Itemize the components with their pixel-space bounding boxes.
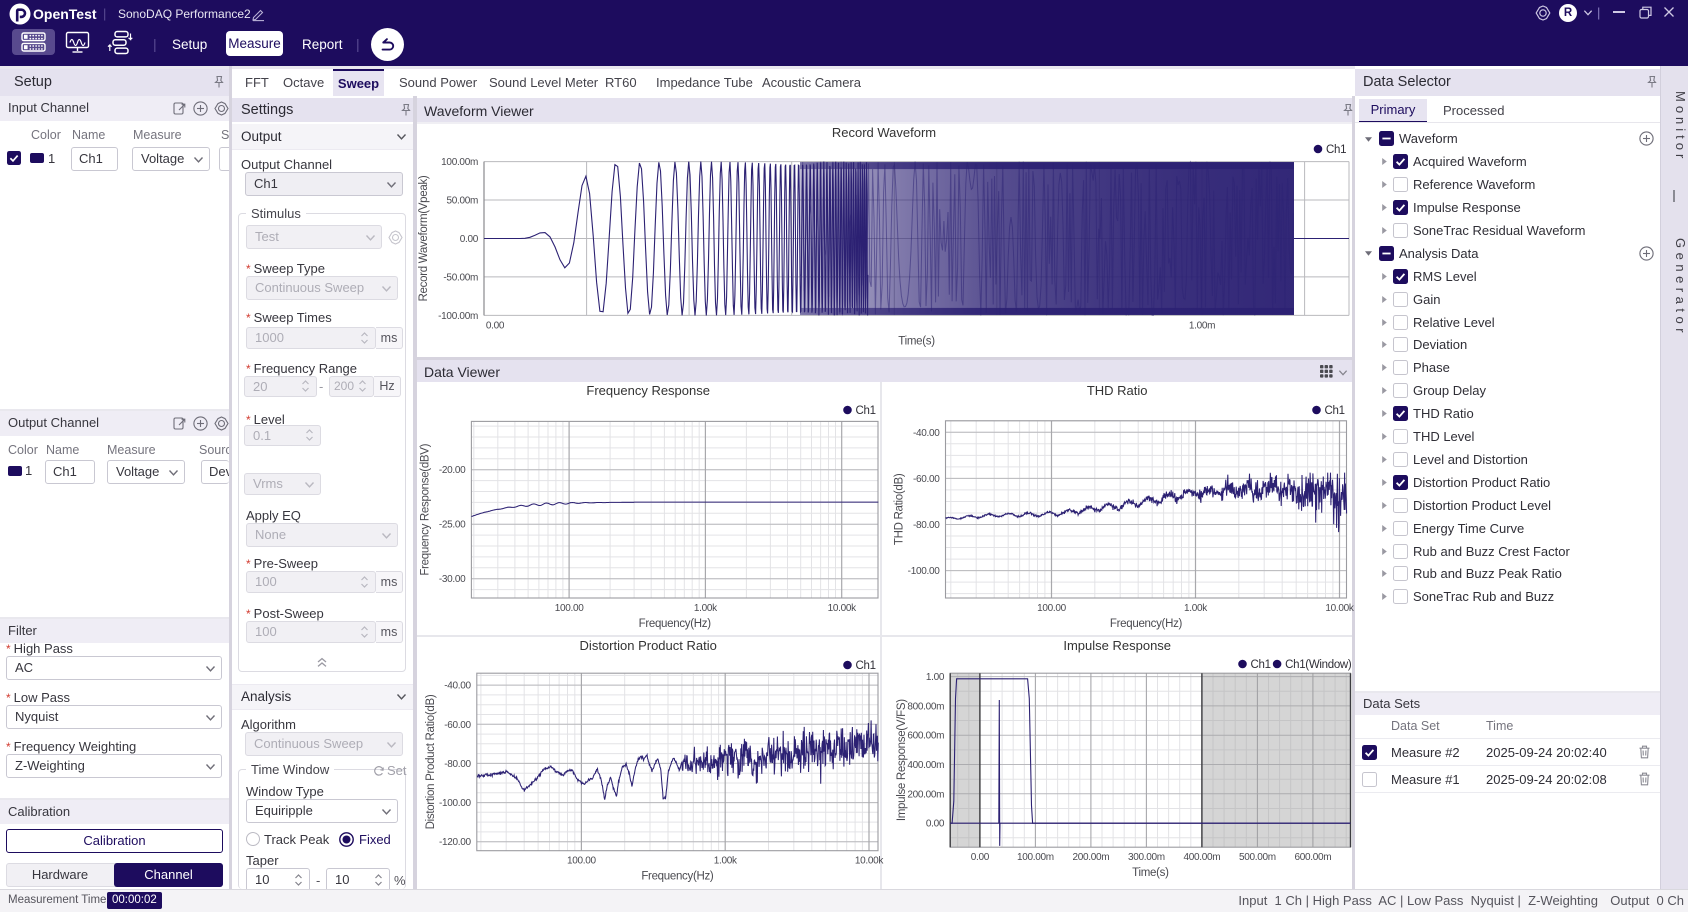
svg-text:-40.00: -40.00 xyxy=(444,680,471,691)
svg-text:100.00m: 100.00m xyxy=(441,157,478,168)
svg-text:500.00m: 500.00m xyxy=(1238,852,1275,863)
svg-text:Record Waveform(Vpeak): Record Waveform(Vpeak) xyxy=(418,175,430,301)
svg-text:Frequency Response: Frequency Response xyxy=(586,383,710,398)
svg-text:Ch1: Ch1 xyxy=(1324,405,1344,417)
svg-text:-30.00: -30.00 xyxy=(439,574,466,585)
svg-text:600.00m: 600.00m xyxy=(907,730,944,741)
svg-text:Impulse Response: Impulse Response xyxy=(1063,638,1171,653)
svg-text:300.00m: 300.00m xyxy=(1127,852,1164,863)
svg-text:-60.00: -60.00 xyxy=(912,474,939,485)
svg-text:-100.00: -100.00 xyxy=(439,798,472,809)
svg-text:1.00m: 1.00m xyxy=(1189,320,1215,331)
svg-text:0.00: 0.00 xyxy=(486,320,505,331)
svg-text:-20.00: -20.00 xyxy=(439,465,466,476)
svg-text:Impulse Response(V/FS): Impulse Response(V/FS) xyxy=(896,698,908,820)
svg-text:-120.00: -120.00 xyxy=(439,837,472,848)
svg-text:200.00m: 200.00m xyxy=(1072,852,1109,863)
svg-text:Frequency(Hz): Frequency(Hz) xyxy=(1109,618,1182,630)
svg-text:Ch1(Window): Ch1(Window) xyxy=(1285,659,1352,671)
svg-text:100.00: 100.00 xyxy=(567,855,597,866)
svg-text:1.00: 1.00 xyxy=(925,672,944,683)
svg-text:600.00m: 600.00m xyxy=(1294,852,1331,863)
svg-text:Ch1: Ch1 xyxy=(856,660,876,672)
svg-text:400.00m: 400.00m xyxy=(1183,852,1220,863)
svg-text:-60.00: -60.00 xyxy=(444,719,471,730)
svg-text:100.00: 100.00 xyxy=(1037,603,1067,614)
svg-text:Ch1: Ch1 xyxy=(1250,659,1270,671)
svg-text:200.00m: 200.00m xyxy=(907,789,944,800)
svg-text:Distortion Product Ratio(dB): Distortion Product Ratio(dB) xyxy=(425,694,437,829)
svg-text:-80.00: -80.00 xyxy=(444,758,471,769)
svg-text:Frequency Response(dBV): Frequency Response(dBV) xyxy=(419,443,431,575)
svg-text:Frequency(Hz): Frequency(Hz) xyxy=(639,618,712,630)
svg-text:1.00k: 1.00k xyxy=(1184,603,1208,614)
svg-text:Distortion Product Ratio: Distortion Product Ratio xyxy=(580,638,717,653)
svg-text:THD Ratio: THD Ratio xyxy=(1086,383,1147,398)
svg-text:10.00k: 10.00k xyxy=(828,603,858,614)
svg-text:-100.00m: -100.00m xyxy=(438,311,478,322)
svg-text:-50.00m: -50.00m xyxy=(443,272,478,283)
svg-text:100.00: 100.00 xyxy=(555,603,585,614)
svg-text:0.00: 0.00 xyxy=(925,818,944,829)
svg-text:50.00m: 50.00m xyxy=(446,196,478,207)
svg-text:1.00k: 1.00k xyxy=(694,603,718,614)
svg-text:Ch1: Ch1 xyxy=(856,405,876,417)
svg-text:800.00m: 800.00m xyxy=(907,701,944,712)
svg-text:400.00m: 400.00m xyxy=(907,760,944,771)
svg-text:0.00: 0.00 xyxy=(970,852,989,863)
svg-text:-25.00: -25.00 xyxy=(439,520,466,531)
svg-text:Ch1: Ch1 xyxy=(1326,144,1346,156)
svg-text:1.00k: 1.00k xyxy=(714,855,738,866)
svg-text:10.00k: 10.00k xyxy=(855,855,885,866)
svg-text:10.00k: 10.00k xyxy=(1325,603,1355,614)
svg-text:0.00: 0.00 xyxy=(460,234,479,245)
svg-text:-100.00: -100.00 xyxy=(907,566,940,577)
svg-text:-80.00: -80.00 xyxy=(912,520,939,531)
svg-text:Time(s): Time(s) xyxy=(898,335,935,347)
svg-text:100.00m: 100.00m xyxy=(1016,852,1053,863)
svg-text:-40.00: -40.00 xyxy=(912,428,939,439)
svg-text:Record Waveform: Record Waveform xyxy=(832,125,936,140)
svg-text:THD Ratio(dB): THD Ratio(dB) xyxy=(893,473,905,545)
svg-text:Time(s): Time(s) xyxy=(1132,867,1169,879)
svg-text:Frequency(Hz): Frequency(Hz) xyxy=(641,870,714,882)
